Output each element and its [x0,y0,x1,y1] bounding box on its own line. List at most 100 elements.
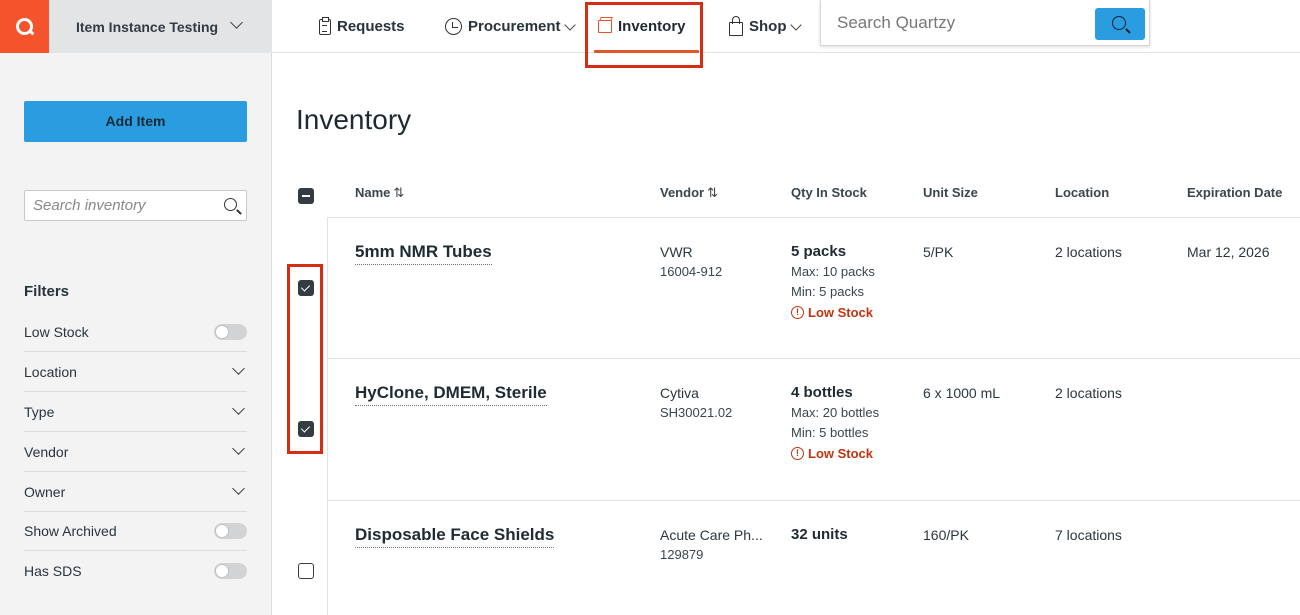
location-count[interactable]: 7 locations [1055,527,1122,543]
inventory-search [24,190,247,221]
low-stock-label: Low Stock [808,305,874,320]
filter-owner[interactable]: Owner [24,472,247,512]
vendor-name: Cytiva [660,385,699,401]
filter-label: Has SDS [24,563,82,579]
chevron-down-icon [789,18,802,31]
show-archived-toggle[interactable] [214,523,247,539]
catalog-number: SH30021.02 [660,405,733,420]
column-header-qty: Qty In Stock [791,185,867,200]
filter-type[interactable]: Type [24,392,247,432]
select-all-checkbox[interactable] [298,188,314,204]
vendor-name: VWR [660,244,693,260]
global-search-input[interactable] [821,0,1091,46]
column-header-vendor-label: Vendor [660,185,705,200]
qty-min: Min: 5 bottles [791,425,869,440]
filter-show-archived[interactable]: Show Archived [24,511,247,551]
search-icon [1112,16,1126,30]
add-item-button[interactable]: Add Item [24,101,247,142]
filter-label: Vendor [24,443,69,460]
qty-in-stock: 5 packs [791,243,847,260]
nav-shop-label: Shop [749,18,787,35]
low-stock-label: Low Stock [808,446,874,461]
active-tab-indicator [594,50,699,53]
row-divider [328,500,1300,501]
workspace-name: Item Instance Testing [76,18,219,35]
row-checkbox[interactable] [298,421,314,437]
quartzy-logo-icon [16,18,33,35]
unit-size: 6 x 1000 mL [923,385,1001,401]
nav-inventory-label: Inventory [618,18,686,35]
item-name-link[interactable]: Disposable Face Shields [355,525,555,548]
qty-max: Max: 20 bottles [791,405,880,420]
warning-circle-icon: ! [791,447,804,460]
clipboard-icon [319,16,331,35]
sort-icon[interactable]: ⇅ [707,185,718,201]
qty-min: Min: 5 packs [791,284,864,299]
column-header-expiration: Expiration Date [1187,185,1283,200]
low-stock-badge: ! Low Stock [791,305,873,320]
shopping-bag-icon [729,15,743,36]
sort-icon[interactable]: ⇅ [393,185,404,201]
box-icon [598,20,612,33]
catalog-number: 129879 [660,547,704,562]
nav-procurement[interactable]: Procurement [445,0,576,53]
chevron-down-icon[interactable] [232,442,245,455]
page-title: Inventory [296,104,412,135]
has-sds-toggle[interactable] [214,563,247,579]
dial-icon [445,18,462,35]
row-checkbox[interactable] [298,280,314,296]
quartzy-logo[interactable] [0,0,49,53]
nav-requests[interactable]: Requests [319,0,405,53]
filter-low-stock[interactable]: Low Stock [24,312,247,352]
filter-label: Type [24,403,55,420]
row-checkbox[interactable] [298,563,314,579]
table-divider [328,217,1300,218]
column-header-vendor[interactable]: Vendor ⇅ [660,185,718,201]
filter-has-sds[interactable]: Has SDS [24,551,247,591]
vendor-name: Acute Care Ph... [660,527,763,543]
filters-title: Filters [24,283,70,300]
item-name-link[interactable]: 5mm NMR Tubes [355,242,492,265]
filter-label: Low Stock [24,323,89,340]
chevron-down-icon[interactable] [232,402,245,415]
catalog-number: 16004-912 [660,264,723,279]
chevron-down-icon[interactable] [232,362,245,375]
column-header-name[interactable]: Name ⇅ [355,185,404,201]
row-divider [328,358,1300,359]
column-header-name-label: Name [355,185,391,200]
nav-inventory[interactable]: Inventory [598,0,686,53]
unit-size: 5/PK [923,244,954,260]
nav-requests-label: Requests [337,18,405,35]
expiration-date: Mar 12, 2026 [1187,244,1270,260]
unit-size: 160/PK [923,527,969,543]
nav-shop[interactable]: Shop [729,0,802,53]
workspace-selector[interactable]: Item Instance Testing [49,0,272,53]
filter-label: Owner [24,483,66,500]
chevron-down-icon [563,18,576,31]
filter-label: Location [24,363,77,380]
filter-location[interactable]: Location [24,352,247,392]
filter-vendor[interactable]: Vendor [24,432,247,472]
nav-procurement-label: Procurement [468,18,561,35]
global-search-button[interactable] [1095,8,1145,40]
search-icon[interactable] [224,198,237,211]
qty-max: Max: 10 packs [791,264,875,279]
column-header-location: Location [1055,185,1110,200]
chevron-down-icon [230,16,243,29]
inventory-search-input[interactable] [25,191,215,220]
top-nav: Requests Procurement Inventory Shop [272,0,1300,53]
location-count[interactable]: 2 locations [1055,244,1122,260]
checkbox-column-divider [327,217,328,615]
qty-in-stock: 32 units [791,526,848,543]
qty-in-stock: 4 bottles [791,384,853,401]
low-stock-toggle[interactable] [214,324,247,340]
item-name-link[interactable]: HyClone, DMEM, Sterile [355,383,547,406]
sidebar: Item Instance Testing Add Item Filters L… [0,0,272,615]
location-count[interactable]: 2 locations [1055,385,1122,401]
low-stock-badge: ! Low Stock [791,446,873,461]
chevron-down-icon[interactable] [232,482,245,495]
global-search [820,0,1150,46]
column-header-unit-size: Unit Size [923,185,978,200]
filter-label: Show Archived [24,522,117,539]
warning-circle-icon: ! [791,306,804,319]
